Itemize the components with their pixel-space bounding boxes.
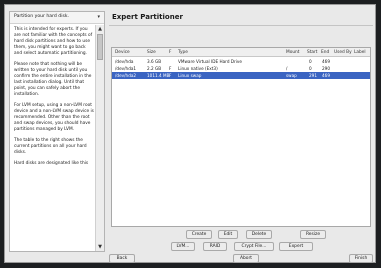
table-header: Device Size F Type Mount Start End Used …: [112, 48, 370, 57]
help-panel: Partition your hard disk. ▾ This is inte…: [9, 11, 105, 252]
partitioner-main: Expert Partitioner Device Size F Type Mo…: [109, 11, 373, 252]
back-button[interactable]: Back: [109, 254, 135, 263]
help-paragraph: Hard disks are designated like this: [14, 161, 89, 166]
table-row-selected[interactable]: /dev/hda2 1011.4 MB F Linux swap swap 29…: [112, 72, 370, 79]
column-header[interactable]: Start: [307, 50, 318, 55]
expert-button[interactable]: Expert: [279, 242, 313, 251]
partition-table[interactable]: Device Size F Type Mount Start End Used …: [111, 47, 371, 227]
table-cell: 3.6 GB: [147, 59, 162, 64]
table-cell: swap: [286, 73, 297, 78]
table-cell: /dev/hda: [115, 59, 134, 64]
title-divider: [109, 25, 373, 26]
table-cell: 0: [309, 66, 312, 71]
installer-window: Partition your hard disk. ▾ This is inte…: [4, 4, 376, 263]
table-cell: 2.2 GB: [147, 66, 162, 71]
table-row[interactable]: /dev/hda1 2.2 GB F Linux native (Ext3) /…: [112, 65, 370, 72]
page-title: Expert Partitioner: [112, 13, 183, 21]
table-cell: 469: [322, 59, 330, 64]
help-paragraph: For LVM setup, using a non-LVM root devi…: [14, 103, 94, 132]
table-cell: /dev/hda1: [115, 66, 137, 71]
table-cell: Linux swap: [178, 73, 202, 78]
table-cell: Linux native (Ext3): [178, 66, 218, 71]
help-paragraph: This is intended for experts. If you are…: [14, 27, 93, 56]
help-header: Partition your hard disk. ▾: [10, 12, 104, 24]
help-scrollbar[interactable]: ▲ ▼: [95, 25, 104, 251]
table-row[interactable]: /dev/hda 3.6 GB VMware Virtual IDE Hard …: [112, 58, 370, 65]
lvm-button[interactable]: LVM...: [171, 242, 195, 251]
edit-button[interactable]: Edit: [218, 230, 238, 239]
table-cell: /dev/hda2: [115, 73, 137, 78]
column-header[interactable]: Label: [354, 50, 366, 55]
table-cell: F: [169, 66, 172, 71]
column-header[interactable]: Used By: [334, 50, 352, 55]
column-header[interactable]: F: [169, 50, 171, 55]
abort-button[interactable]: Abort: [233, 254, 259, 263]
column-header[interactable]: Device: [115, 50, 130, 55]
desktop: Partition your hard disk. ▾ This is inte…: [0, 0, 381, 268]
scroll-down-arrow-icon[interactable]: ▼: [97, 244, 103, 250]
crypt-file-button[interactable]: Crypt File...: [234, 242, 274, 251]
table-cell: 290: [322, 66, 330, 71]
help-text: This is intended for experts. If you are…: [14, 27, 94, 172]
help-paragraph: The table to the right shows the current…: [14, 138, 87, 155]
collapse-arrow-icon[interactable]: ▾: [97, 14, 100, 20]
create-button[interactable]: Create: [186, 230, 212, 239]
delete-button[interactable]: Delete: [246, 230, 272, 239]
table-cell: /: [286, 66, 288, 71]
column-header[interactable]: End: [321, 50, 329, 55]
column-header[interactable]: Mount: [286, 50, 299, 55]
table-cell: 1011.4 MB: [147, 73, 170, 78]
resize-button[interactable]: Resize: [300, 230, 326, 239]
help-paragraph: Please note that nothing will be written…: [14, 62, 92, 97]
table-cell: 469: [322, 73, 330, 78]
finish-button[interactable]: Finish: [349, 254, 373, 263]
raid-button[interactable]: RAID: [203, 242, 227, 251]
scrollbar-thumb[interactable]: [97, 34, 103, 60]
help-heading: Partition your hard disk.: [14, 14, 70, 19]
table-cell: 0: [309, 59, 312, 64]
table-cell: 291: [309, 73, 317, 78]
wizard-navigation: Back Abort Finish: [5, 254, 375, 263]
scroll-up-arrow-icon[interactable]: ▲: [97, 26, 103, 32]
column-header[interactable]: Type: [178, 50, 188, 55]
table-cell: VMware Virtual IDE Hard Drive: [178, 59, 242, 64]
column-header[interactable]: Size: [147, 50, 156, 55]
table-cell: F: [169, 73, 172, 78]
